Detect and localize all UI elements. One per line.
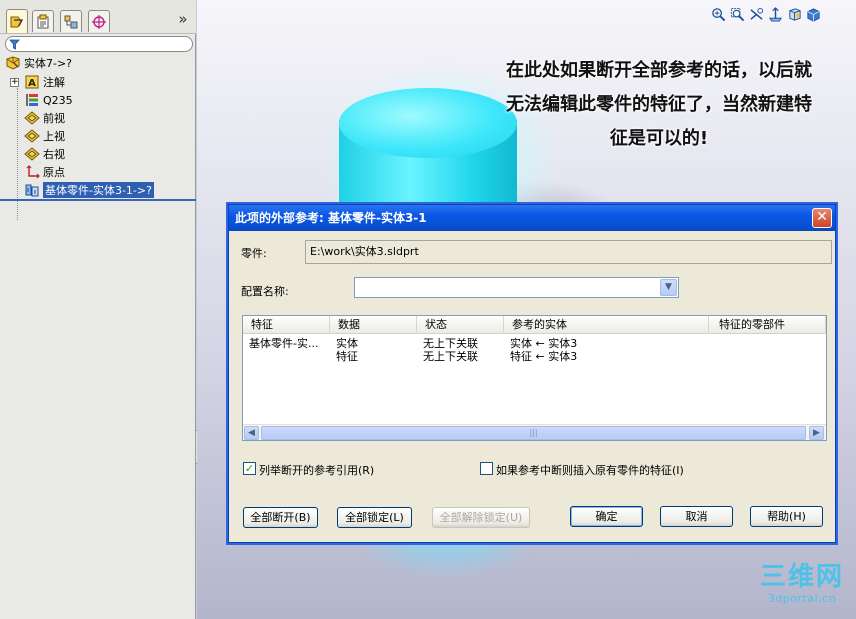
- cell-data: 特征: [336, 350, 358, 363]
- filter-icon: [9, 39, 20, 50]
- tree-item-annotations[interactable]: A 注解: [24, 73, 65, 91]
- lock-all-button[interactable]: 全部锁定(L): [337, 507, 412, 528]
- scrollbar-thumb[interactable]: |||: [261, 426, 806, 440]
- tree-item-base-part[interactable]: 基体零件-实体3-1->?: [24, 181, 154, 199]
- cancel-button[interactable]: 取消: [660, 506, 733, 527]
- tree-item-label: 前视: [43, 112, 65, 125]
- tutorial-annotation: 在此处如果断开全部参考的话，以后就 无法编辑此零件的特征了，当然新建特 征是可以…: [489, 54, 829, 156]
- rollback-bar[interactable]: [0, 199, 196, 201]
- annotations-expander[interactable]: +: [10, 78, 19, 87]
- tree-item-label: Q235: [43, 93, 73, 107]
- plane-icon: [24, 147, 40, 161]
- svg-text:A: A: [28, 78, 36, 89]
- config-name-select[interactable]: ▼: [354, 277, 679, 298]
- plane-icon: [24, 111, 40, 125]
- insert-features-checkbox[interactable]: [480, 462, 493, 475]
- plane-icon: [24, 129, 40, 143]
- column-header-component[interactable]: 特征的零部件: [709, 316, 826, 334]
- annotation-line: 征是可以的!: [609, 128, 709, 149]
- tree-item-right-plane[interactable]: 右视: [24, 145, 65, 163]
- column-header-status[interactable]: 状态: [417, 316, 504, 334]
- tab-configuration-manager[interactable]: [60, 10, 82, 32]
- cell-status: 无上下关联: [423, 337, 478, 350]
- scroll-right-icon[interactable]: ▶: [809, 426, 824, 440]
- tree-root-part[interactable]: 实体7->?: [5, 54, 72, 72]
- cell-status: 无上下关联: [423, 350, 478, 363]
- zoom-to-area-icon[interactable]: [730, 7, 745, 22]
- section-view-icon[interactable]: [768, 7, 783, 22]
- references-list[interactable]: 特征 数据 状态 参考的实体 特征的零部件 基体零件-实... 实体 无上下关联…: [242, 315, 827, 441]
- dialog-title-bar[interactable]: 此项的外部参考: 基体零件-实体3-1: [229, 205, 835, 231]
- base-part-icon: [25, 184, 39, 197]
- watermark-logo: 三维网 3dportal.cn: [752, 562, 852, 610]
- panel-collapse-button[interactable]: »: [176, 10, 190, 28]
- column-header-feature[interactable]: 特征: [243, 316, 330, 334]
- unlock-all-button[interactable]: 全部解除锁定(U): [432, 507, 530, 528]
- break-all-button[interactable]: 全部断开(B): [243, 507, 318, 528]
- cell-feature: 基体零件-实...: [249, 337, 319, 350]
- view-orientation-icon[interactable]: [787, 7, 802, 22]
- dialog-close-button[interactable]: ✕: [812, 208, 832, 228]
- tree-item-label: 原点: [43, 166, 65, 179]
- scroll-left-icon[interactable]: ◀: [244, 426, 259, 440]
- tree-root-label: 实体7->?: [24, 57, 73, 70]
- crosshair-icon: [92, 14, 106, 29]
- watermark-main: 三维网: [759, 562, 844, 592]
- feature-tree-icon: [10, 16, 24, 27]
- insert-features-label[interactable]: 如果参考中断则插入原有零件的特征(I): [496, 462, 684, 478]
- tree-item-top-plane[interactable]: 上视: [24, 127, 65, 145]
- list-broken-refs-checkbox[interactable]: ✓: [243, 462, 256, 475]
- tree-item-label: 上视: [43, 130, 65, 143]
- references-list-header: 特征 数据 状态 参考的实体 特征的零部件: [243, 316, 826, 334]
- config-name-label: 配置名称:: [241, 285, 289, 298]
- help-button[interactable]: 帮助(H): [750, 506, 823, 527]
- cell-data: 实体: [336, 337, 358, 350]
- column-header-data[interactable]: 数据: [330, 316, 417, 334]
- feature-manager-panel: » 实体7->? + A 注解 Q235 前视 上视 右视 原点 基体零件-实体…: [0, 0, 196, 619]
- annotation-icon: A: [25, 75, 39, 89]
- cell-ref-entity: 特征 ← 实体3: [510, 350, 578, 363]
- material-icon: [26, 94, 38, 106]
- property-icon: [37, 14, 49, 28]
- panel-tab-bar: »: [0, 0, 196, 34]
- external-references-dialog: 此项的外部参考: 基体零件-实体3-1 ✕ 零件: E:\work\实体3.sl…: [228, 204, 836, 543]
- part-icon: [6, 56, 20, 70]
- annotation-line: 在此处如果断开全部参考的话，以后就: [506, 60, 812, 81]
- tree-item-material[interactable]: Q235: [24, 91, 73, 109]
- tab-dimxpert-manager[interactable]: [88, 10, 110, 32]
- zoom-to-fit-icon[interactable]: [711, 7, 726, 22]
- horizontal-scrollbar[interactable]: ◀ ||| ▶: [243, 424, 826, 440]
- list-broken-refs-label[interactable]: 列举断开的参考引用(R): [259, 462, 374, 478]
- view-toolbar: [711, 7, 821, 25]
- part-label: 零件:: [241, 247, 267, 260]
- column-header-ref-entity[interactable]: 参考的实体: [504, 316, 709, 334]
- tree-item-front-plane[interactable]: 前视: [24, 109, 65, 127]
- annotation-line: 无法编辑此零件的特征了，当然新建特: [506, 94, 812, 115]
- display-style-icon[interactable]: [806, 7, 821, 22]
- part-path-field: E:\work\实体3.sldprt: [305, 240, 832, 264]
- tree-item-label: 注解: [43, 76, 65, 89]
- cell-ref-entity: 实体 ← 实体3: [510, 337, 578, 350]
- tree-item-label: 基体零件-实体3-1->?: [43, 182, 154, 198]
- ok-button[interactable]: 确定: [570, 506, 643, 527]
- feature-filter-input[interactable]: [5, 36, 193, 52]
- tree-item-origin[interactable]: 原点: [24, 163, 65, 181]
- chevron-down-icon[interactable]: ▼: [660, 279, 677, 296]
- configuration-icon: [64, 15, 78, 28]
- previous-view-icon[interactable]: [749, 7, 764, 22]
- dialog-title: 此项的外部参考: 基体零件-实体3-1: [235, 211, 427, 225]
- tree-item-label: 右视: [43, 148, 65, 161]
- tab-feature-manager[interactable]: [6, 9, 28, 33]
- origin-icon: [26, 165, 40, 179]
- watermark-sub: 3dportal.cn: [767, 592, 837, 605]
- tab-property-manager[interactable]: [32, 10, 54, 32]
